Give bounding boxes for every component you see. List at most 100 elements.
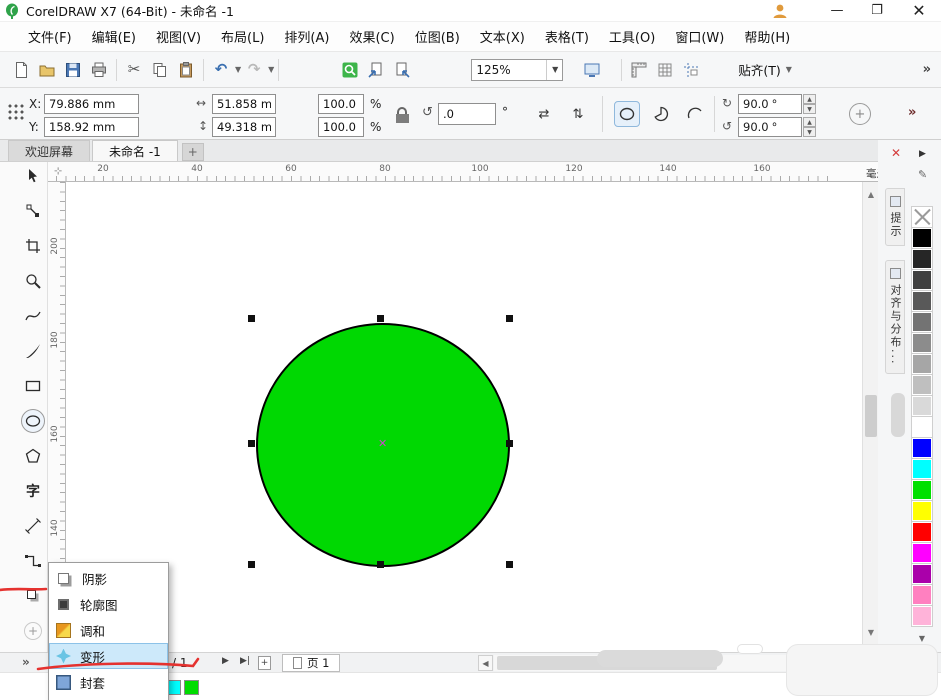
- show-grid-icon[interactable]: [652, 57, 678, 83]
- docker-close-icon[interactable]: ✕: [891, 146, 901, 160]
- arc-start-angle-input[interactable]: 90.0 °: [738, 94, 802, 114]
- palette-swatch[interactable]: [912, 459, 932, 479]
- fullscreen-preview-icon[interactable]: [579, 57, 605, 83]
- selection-handle-middle-left[interactable]: [248, 440, 255, 447]
- flyout-item-shadow[interactable]: 阴影: [49, 565, 168, 591]
- search-content-icon[interactable]: [337, 57, 363, 83]
- add-page-icon[interactable]: +: [258, 656, 271, 670]
- object-width-input[interactable]: [212, 94, 276, 114]
- palette-swatch[interactable]: [912, 396, 932, 416]
- palette-swatch[interactable]: [912, 312, 932, 332]
- crop-tool[interactable]: [21, 234, 45, 258]
- redo-dropdown-icon[interactable]: ▼: [268, 65, 274, 74]
- drop-shadow-tool[interactable]: [21, 584, 45, 608]
- spinner-up-icon[interactable]: ▲: [803, 117, 816, 127]
- menu-item-text[interactable]: 文本(X): [470, 22, 535, 51]
- connector-tool[interactable]: [21, 549, 45, 573]
- last-page-icon[interactable]: ▶|: [240, 656, 250, 666]
- menu-item-edit[interactable]: 编辑(E): [82, 22, 146, 51]
- arc-end-angle-spinner[interactable]: ▲▼: [803, 117, 816, 137]
- palette-swatch[interactable]: [912, 291, 932, 311]
- spinner-up-icon[interactable]: ▲: [803, 94, 816, 104]
- flyout-item-blend[interactable]: 调和: [49, 617, 168, 643]
- spinner-down-icon[interactable]: ▼: [803, 104, 816, 114]
- flyout-item-clipped[interactable]: [49, 695, 168, 700]
- scale-horizontal-input[interactable]: [318, 94, 364, 114]
- scale-vertical-input[interactable]: [318, 117, 364, 137]
- change-direction-icon[interactable]: +: [849, 103, 871, 125]
- selection-handle-bottom-right[interactable]: [506, 561, 513, 568]
- paste-icon[interactable]: [173, 57, 199, 83]
- menu-item-effects[interactable]: 效果(C): [339, 22, 404, 51]
- open-folder-icon[interactable]: [34, 57, 60, 83]
- docker-scroll-thumb[interactable]: [891, 393, 905, 437]
- palette-swatch[interactable]: [912, 249, 932, 269]
- maximize-button[interactable]: ❐: [857, 0, 897, 22]
- docker-tab-hints[interactable]: 提示: [885, 188, 905, 246]
- menu-item-file[interactable]: 文件(F): [18, 22, 82, 51]
- polygon-tool[interactable]: [21, 444, 45, 468]
- scroll-up-icon[interactable]: ▲: [863, 186, 879, 202]
- palette-swatch[interactable]: [912, 522, 932, 542]
- fill-color-swatch[interactable]: [184, 680, 199, 695]
- arc-mode-button[interactable]: [682, 101, 708, 127]
- guidelines-icon[interactable]: [678, 57, 704, 83]
- palette-swatch[interactable]: [912, 228, 932, 248]
- selection-handle-bottom-center[interactable]: [377, 561, 384, 568]
- new-document-tab-button[interactable]: +: [182, 143, 204, 161]
- docker-tab-align-distribute[interactable]: 对齐与分布...: [885, 260, 905, 374]
- tab-untitled-document[interactable]: 未命名 -1: [92, 140, 178, 161]
- ellipse-tool[interactable]: [21, 409, 45, 433]
- pie-mode-button[interactable]: [648, 101, 674, 127]
- rectangle-tool[interactable]: [21, 374, 45, 398]
- menu-item-bitmaps[interactable]: 位图(B): [405, 22, 470, 51]
- ruler-origin-icon[interactable]: ⊹: [54, 166, 62, 177]
- mirror-horizontal-icon[interactable]: ⇄: [534, 104, 554, 124]
- menu-item-table[interactable]: 表格(T): [535, 22, 599, 51]
- palette-no-color-swatch[interactable]: [912, 207, 932, 227]
- palette-swatch[interactable]: [912, 438, 932, 458]
- arc-start-angle-spinner[interactable]: ▲▼: [803, 94, 816, 114]
- x-position-input[interactable]: [44, 94, 139, 114]
- drawing-canvas[interactable]: ✕: [66, 182, 862, 652]
- scroll-down-icon[interactable]: ▼: [863, 624, 879, 640]
- menu-item-help[interactable]: 帮助(H): [734, 22, 800, 51]
- add-tool-button[interactable]: +: [24, 622, 42, 640]
- snap-to-button[interactable]: 贴齐(T) ▼: [732, 57, 798, 82]
- ellipse-mode-button[interactable]: [614, 101, 640, 127]
- horizontal-ruler[interactable]: ⊹ 20 40 60 80 100 120 140 160 毫米: [48, 162, 895, 182]
- dimension-tool[interactable]: [21, 514, 45, 538]
- next-page-icon[interactable]: ▶: [222, 656, 229, 666]
- redo-icon[interactable]: ↷: [241, 57, 267, 83]
- show-rulers-icon[interactable]: [626, 57, 652, 83]
- palette-swatch[interactable]: [912, 375, 932, 395]
- object-height-input[interactable]: [212, 117, 276, 137]
- selection-handle-bottom-left[interactable]: [248, 561, 255, 568]
- page-tab[interactable]: 页 1: [282, 654, 340, 672]
- selection-handle-middle-right[interactable]: [506, 440, 513, 447]
- vertical-scrollbar-thumb[interactable]: [865, 395, 877, 437]
- palette-swatch[interactable]: [912, 354, 932, 374]
- account-icon[interactable]: [771, 2, 789, 20]
- flyout-item-contour[interactable]: 轮廓图: [49, 591, 168, 617]
- minimize-button[interactable]: —: [817, 0, 857, 22]
- flyout-item-distort[interactable]: 变形: [49, 643, 168, 669]
- print-icon[interactable]: [86, 57, 112, 83]
- palette-swatch[interactable]: [912, 564, 932, 584]
- zoom-tool[interactable]: [21, 269, 45, 293]
- palette-swatch[interactable]: [912, 270, 932, 290]
- palette-swatch[interactable]: [912, 333, 932, 353]
- import-icon[interactable]: [363, 57, 389, 83]
- toolbar-overflow-chevron[interactable]: »: [923, 62, 931, 77]
- freehand-tool[interactable]: [21, 304, 45, 328]
- object-position-grid-icon[interactable]: [7, 103, 24, 120]
- palette-swatch[interactable]: [912, 606, 932, 626]
- selection-handle-top-left[interactable]: [248, 315, 255, 322]
- drawing-scale-icon[interactable]: ✎: [918, 168, 927, 181]
- palette-swatch[interactable]: [912, 585, 932, 605]
- selection-handle-top-center[interactable]: [377, 315, 384, 322]
- cut-icon[interactable]: ✂: [121, 57, 147, 83]
- flyout-item-envelope[interactable]: 封套: [49, 669, 168, 695]
- object-center-marker[interactable]: ✕: [378, 437, 387, 450]
- menu-item-tools[interactable]: 工具(O): [599, 22, 665, 51]
